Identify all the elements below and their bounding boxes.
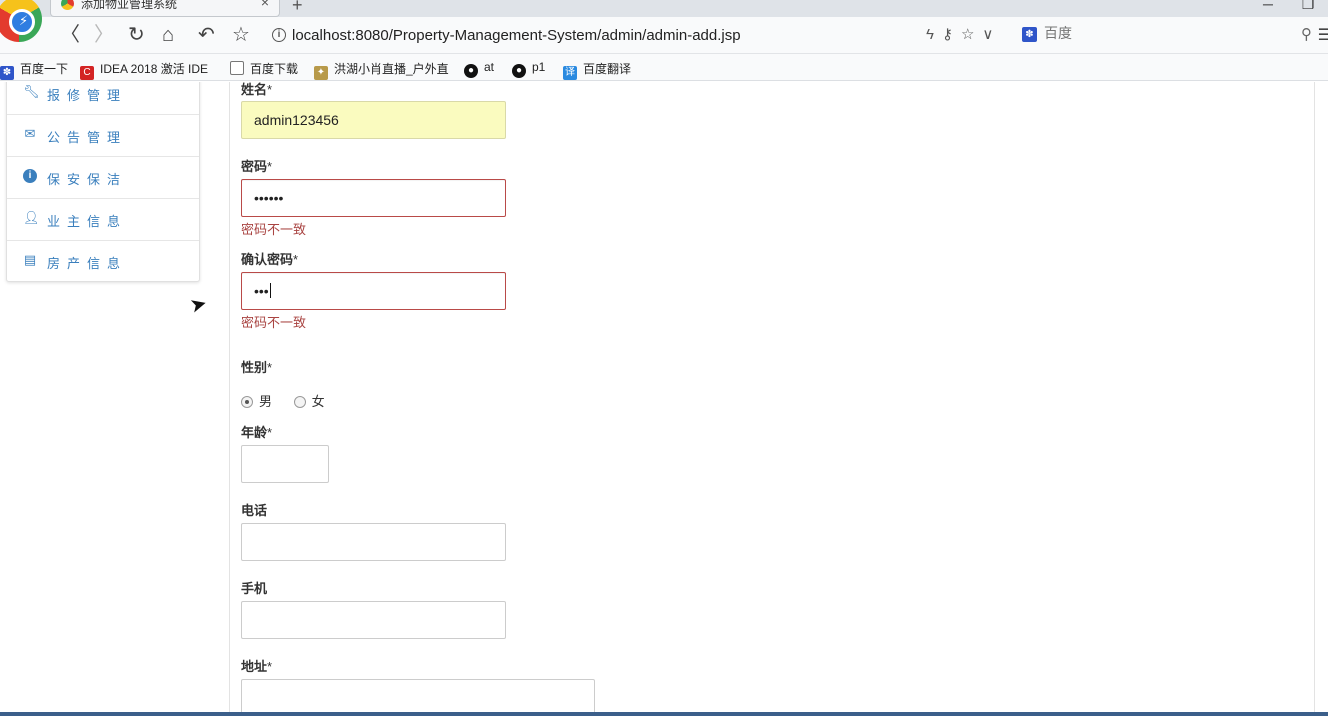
sidebar-item-label: 报修管理 — [47, 88, 128, 103]
gender-male-radio[interactable] — [241, 396, 253, 408]
bookmark-star-icon[interactable]: ☆ — [232, 23, 250, 47]
tab-close-button[interactable]: × — [261, 0, 269, 10]
gender-radio-group: 男 女 — [241, 391, 343, 410]
confirm-password-error: 密码不一致 — [241, 315, 307, 330]
address-bar[interactable]: localhost:8080/Property-Management-Syste… — [292, 27, 741, 44]
name-input[interactable]: admin123456 — [241, 101, 506, 139]
site-info-icon[interactable]: i — [272, 28, 286, 42]
confirm-password-label: 确认密码* — [241, 252, 299, 267]
bookmark-item[interactable]: C IDEA 2018 激活 IDE — [80, 60, 208, 80]
sidebar-item-owner[interactable]: 👤︎ 业主信息 — [7, 199, 199, 241]
forward-icon[interactable]: 〉 — [94, 23, 114, 47]
age-label: 年龄* — [241, 425, 273, 440]
home-icon[interactable]: ⌂ — [162, 23, 174, 47]
browser-toolbar: 〈 〉 ↻ ⌂ ↶ ☆ i localhost:8080/Property-Ma… — [0, 17, 1328, 54]
minimize-icon[interactable]: ─ — [1248, 0, 1288, 12]
back-icon[interactable]: 〈 — [60, 23, 80, 47]
dropdown-chevron-icon[interactable]: ∨ — [982, 26, 993, 43]
github-icon: ● — [464, 64, 478, 78]
sidebar-item-label: 保安保洁 — [47, 172, 128, 187]
tab-favicon-icon — [61, 0, 74, 10]
reload-icon[interactable]: ↻ — [128, 23, 145, 47]
password-label: 密码* — [241, 159, 273, 174]
mobile-input[interactable] — [241, 601, 506, 639]
browser-tab[interactable]: 添加物业管理系统 × — [50, 0, 280, 17]
sidebar-item-label: 业主信息 — [47, 214, 128, 229]
taskbar — [0, 712, 1328, 716]
undo-icon[interactable]: ↶ — [198, 23, 215, 47]
search-input[interactable] — [1044, 25, 1274, 41]
maximize-icon[interactable]: ❐ — [1288, 0, 1328, 13]
bolt-icon: ⚡ — [19, 13, 29, 28]
lightning-icon[interactable]: ϟ — [926, 26, 934, 43]
star-icon[interactable]: ☆ — [961, 26, 974, 43]
search-box: ✽ ⚲ — [1016, 17, 1316, 53]
tab-strip: 添加物业管理系统 × + ─ ❐ — [0, 0, 1328, 17]
envelope-icon: ✉ — [24, 126, 36, 141]
mouse-cursor-icon: ➤ — [187, 292, 210, 318]
sidebar-item-property[interactable]: ▤ 房产信息 — [7, 241, 199, 283]
search-icon[interactable]: ⚲ — [1301, 25, 1312, 43]
bookmark-item[interactable]: ✽ 百度一下 — [0, 60, 68, 80]
bookmark-item[interactable]: ✦ 洪湖小肖直播_户外直 — [314, 60, 449, 80]
key-icon[interactable]: ⚷ — [942, 26, 953, 43]
tab-title: 添加物业管理系统 — [81, 0, 178, 11]
baidu-icon[interactable]: ✽ — [1022, 27, 1037, 42]
bird-icon: ✦ — [314, 66, 328, 80]
sidebar-menu: 🔧︎ 报修管理 ✉ 公告管理 i 保安保洁 👤︎ 业主信息 ▤ 房产信息 — [6, 82, 200, 282]
info-icon: i — [23, 169, 37, 183]
bookmark-item[interactable]: 百度下载 — [230, 60, 298, 77]
wrench-icon: 🔧︎ — [23, 84, 40, 99]
sidebar-item-label: 公告管理 — [47, 130, 128, 145]
phone-label: 电话 — [241, 503, 268, 518]
sidebar-item-notice[interactable]: ✉ 公告管理 — [7, 115, 199, 157]
mobile-label: 手机 — [241, 581, 268, 596]
address-bar-actions: ϟ ⚷ ☆ ∨ — [926, 25, 1001, 43]
user-icon: 👤︎ — [23, 210, 40, 225]
address-label: 地址* — [241, 659, 273, 674]
sidebar-item-repair[interactable]: 🔧︎ 报修管理 — [7, 82, 199, 115]
page-icon — [230, 61, 244, 75]
confirm-password-input[interactable]: ••• — [241, 272, 506, 310]
gender-female-label[interactable]: 女 — [312, 394, 325, 409]
paw-icon: ✽ — [0, 66, 14, 80]
translate-icon: 译 — [563, 66, 577, 80]
gender-label: 性别* — [241, 360, 273, 375]
github-icon: ● — [512, 64, 526, 78]
menu-icon[interactable]: ☰ — [1318, 25, 1328, 45]
sidebar-item-security[interactable]: i 保安保洁 — [7, 157, 199, 199]
window-controls: ─ ❐ — [1248, 0, 1328, 13]
c-icon: C — [80, 66, 94, 80]
password-error: 密码不一致 — [241, 222, 307, 237]
age-input[interactable] — [241, 445, 329, 483]
bookmark-item[interactable]: ● p1 — [512, 60, 545, 78]
page: 🔧︎ 报修管理 ✉ 公告管理 i 保安保洁 👤︎ 业主信息 ▤ 房产信息 ➤ 姓… — [0, 82, 1328, 716]
text-caret — [269, 283, 271, 298]
password-input[interactable]: •••••• — [241, 179, 506, 217]
gender-male-label[interactable]: 男 — [259, 394, 272, 409]
phone-input[interactable] — [241, 523, 506, 561]
address-input[interactable] — [241, 679, 595, 716]
sidebar-item-label: 房产信息 — [47, 256, 128, 271]
admin-add-form: 姓名* admin123456 密码* •••••• 密码不一致 确认密码* •… — [229, 82, 1315, 716]
list-icon: ▤ — [23, 252, 37, 267]
new-tab-button[interactable]: + — [292, 0, 303, 16]
bookmark-item[interactable]: 译百度翻译 — [563, 60, 631, 80]
gender-female-radio[interactable] — [293, 396, 306, 408]
bookmarks-bar: ✽ 百度一下 C IDEA 2018 激活 IDE 百度下载 ✦ 洪湖小肖直播_户外直… — [0, 54, 1328, 81]
bookmark-item[interactable]: ● at — [464, 60, 494, 78]
name-label: 姓名* — [241, 82, 273, 97]
